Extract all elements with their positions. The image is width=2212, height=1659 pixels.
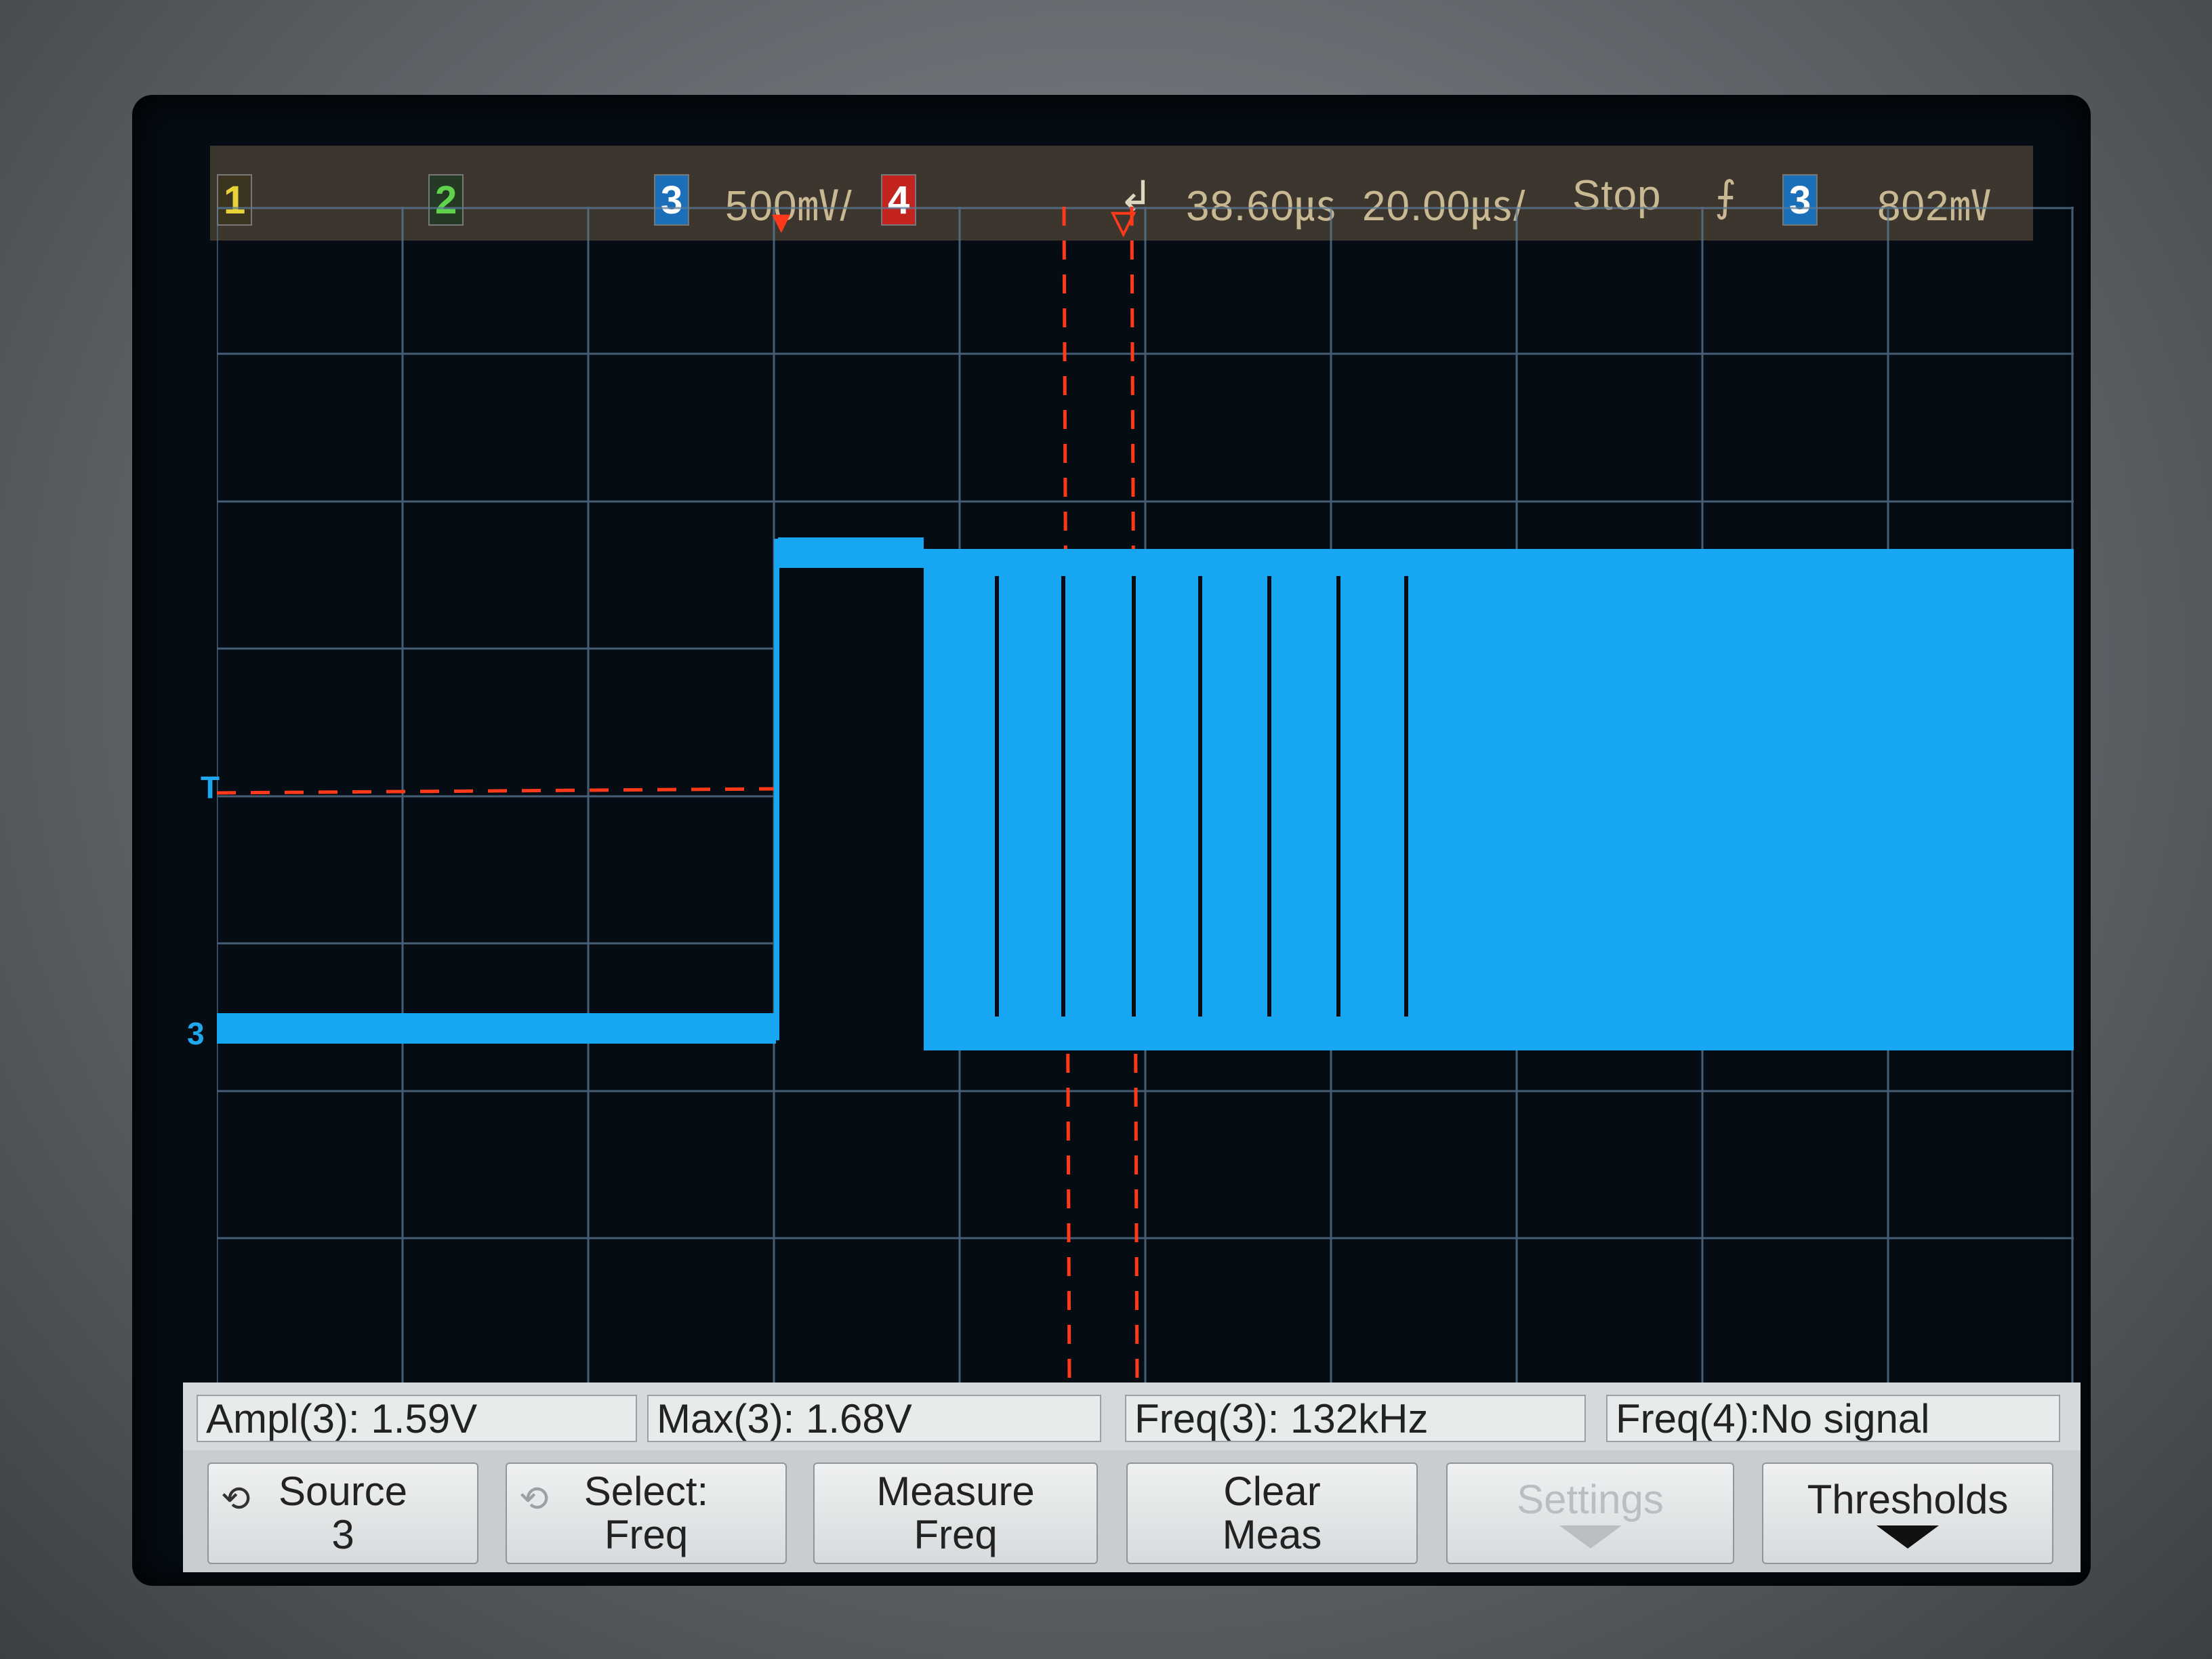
trigger-level-marker: T	[201, 770, 220, 805]
softkey-select[interactable]: ⟲ Select: Freq	[506, 1462, 787, 1564]
measurement-bar: Ampl(3): 1.59V Max(3): 1.68V Freq(3): 13…	[183, 1382, 2081, 1450]
softkey-select-line2: Freq	[604, 1512, 689, 1557]
softkey-source[interactable]: ⟲ Source 3	[207, 1462, 478, 1564]
softkey-source-line1: Source	[278, 1469, 408, 1514]
softkey-settings[interactable]: Settings	[1446, 1462, 1734, 1564]
rotate-knob-icon: ⟲	[221, 1479, 251, 1519]
channel-3-ground-marker: 3	[187, 1016, 205, 1051]
softkey-measure-line1: Measure	[876, 1469, 1035, 1514]
softkey-clear-meas[interactable]: Clear Meas	[1126, 1462, 1418, 1564]
softkey-clear-line1: Clear	[1223, 1469, 1321, 1514]
measurement-freq-3: Freq(3): 132kHz	[1125, 1395, 1586, 1442]
waveform-display	[217, 207, 2074, 1386]
softkey-measure[interactable]: Measure Freq	[813, 1462, 1098, 1564]
softkey-select-line1: Select:	[583, 1469, 709, 1514]
channel-3-trace	[217, 537, 2074, 1050]
softkey-bar: ⟲ Source 3 ⟲ Select: Freq Measure Freq C…	[183, 1450, 2081, 1572]
softkey-settings-label: Settings	[1517, 1477, 1664, 1522]
cursor-marker-icon: ▼	[766, 204, 797, 239]
measurement-freq-4: Freq(4):No signal	[1606, 1395, 2060, 1442]
softkey-source-line2: 3	[331, 1512, 354, 1557]
measurement-max: Max(3): 1.68V	[647, 1395, 1101, 1442]
graticule	[217, 207, 2074, 1386]
measurement-ampl: Ampl(3): 1.59V	[197, 1395, 637, 1442]
down-arrow-icon	[1559, 1525, 1622, 1549]
softkey-clear-line2: Meas	[1222, 1512, 1322, 1557]
softkey-thresholds-label: Thresholds	[1807, 1477, 2009, 1522]
softkey-measure-line2: Freq	[914, 1512, 998, 1557]
trigger-position-icon: ▽	[1111, 204, 1136, 239]
down-arrow-icon	[1877, 1525, 1939, 1549]
softkey-thresholds[interactable]: Thresholds	[1762, 1462, 2053, 1564]
rotate-knob-icon: ⟲	[519, 1479, 549, 1519]
